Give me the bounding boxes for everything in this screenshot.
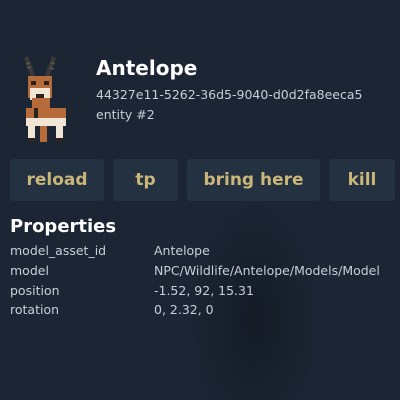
tp-button[interactable]: tp: [113, 159, 178, 201]
reload-button[interactable]: reload: [10, 159, 104, 201]
bring-here-button[interactable]: bring here: [187, 159, 320, 201]
property-value: NPC/Wildlife/Antelope/Models/Model: [154, 263, 380, 278]
entity-header: Antelope 44327e11-5262-36d5-9040-d0d2fa8…: [0, 0, 400, 150]
property-row: position -1.52, 92, 15.31: [10, 283, 400, 301]
entity-label: entity #2: [96, 107, 155, 122]
entity-name: Antelope: [96, 56, 198, 80]
property-value: 0, 2.32, 0: [154, 302, 214, 317]
entity-uuid: 44327e11-5262-36d5-9040-d0d2fa8eeca5: [96, 87, 363, 102]
kill-button[interactable]: kill: [329, 159, 395, 201]
property-row: model NPC/Wildlife/Antelope/Models/Model: [10, 263, 400, 281]
property-row: model_asset_id Antelope: [10, 243, 400, 261]
antelope-icon: [24, 56, 66, 142]
property-row: rotation 0, 2.32, 0: [10, 302, 400, 320]
property-value: -1.52, 92, 15.31: [154, 283, 254, 298]
property-key: model_asset_id: [10, 243, 107, 258]
properties-heading: Properties: [10, 216, 117, 237]
property-key: rotation: [10, 302, 60, 317]
property-key: model: [10, 263, 49, 278]
property-value: Antelope: [154, 243, 210, 258]
property-key: position: [10, 283, 60, 298]
